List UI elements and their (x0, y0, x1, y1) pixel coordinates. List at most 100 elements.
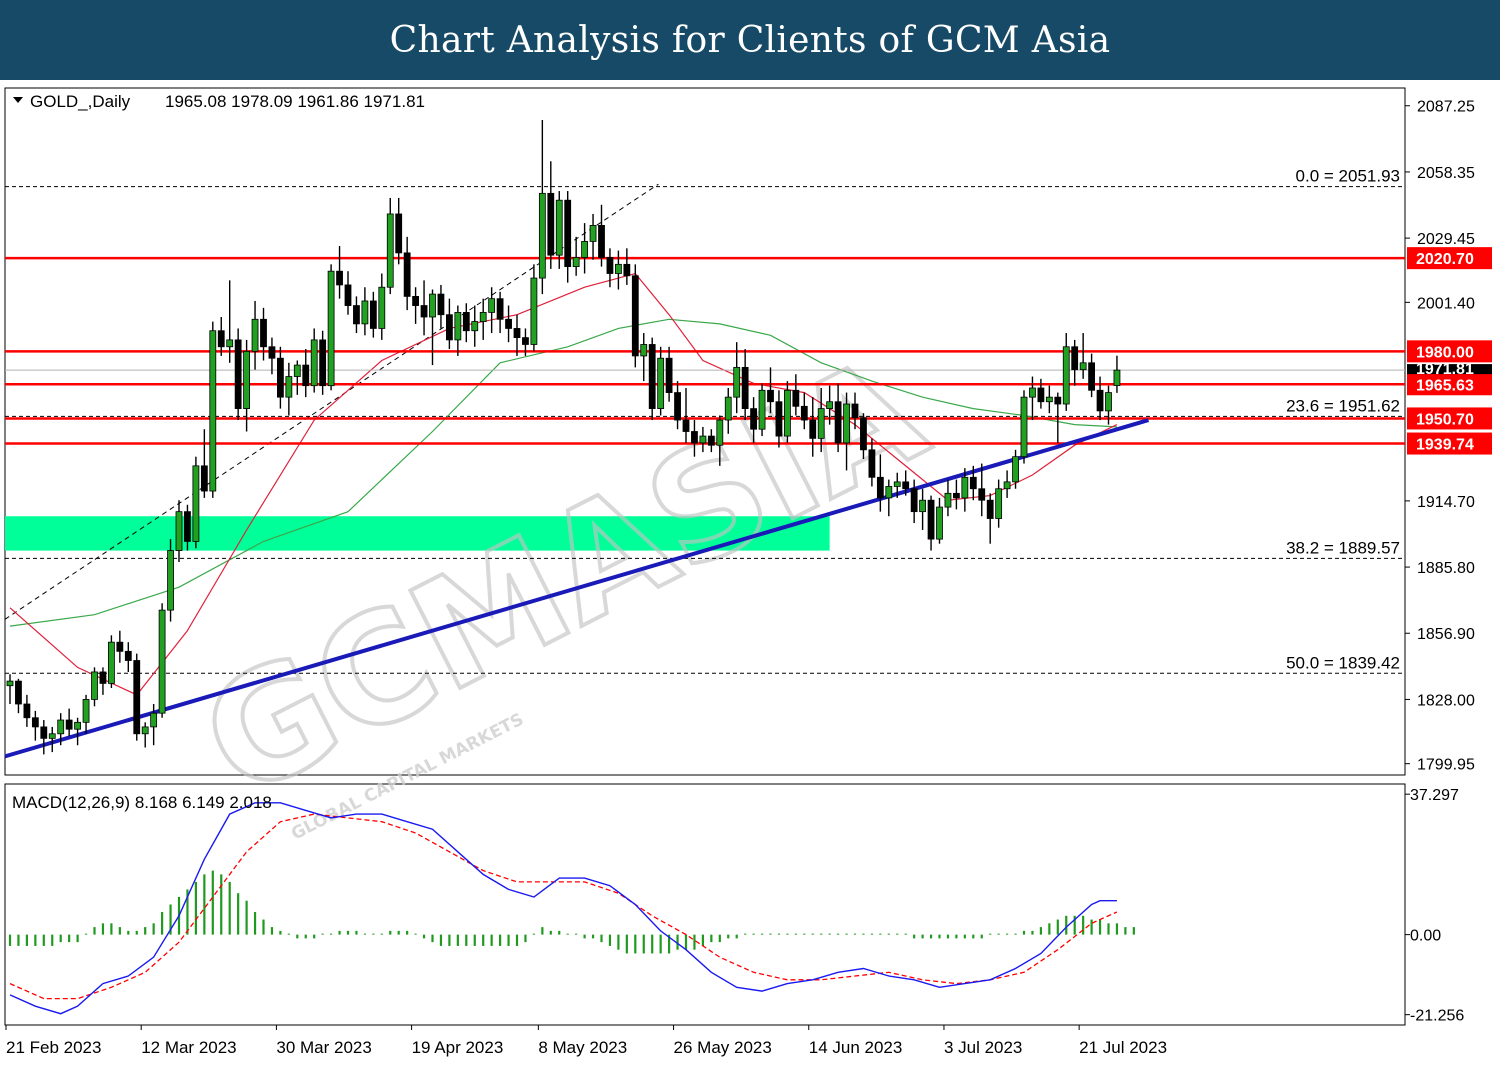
candle-body-69 (589, 224, 597, 242)
candle-body-48 (412, 295, 420, 306)
candle-body-25 (217, 330, 225, 348)
candle-body-50 (429, 293, 436, 318)
candle-body-113 (961, 476, 969, 499)
candle-body-49 (420, 305, 428, 318)
candle-body-87 (741, 366, 749, 410)
fib-label-0: 0.0 = 2051.93 (1296, 167, 1400, 186)
candle-body-100 (851, 403, 859, 419)
candle-27 (234, 328, 242, 421)
candle-body-89 (758, 389, 766, 430)
banner: Chart Analysis for Clients of GCM Asia (0, 0, 1500, 80)
candle-body-53 (454, 312, 462, 341)
candle-body-119 (1012, 456, 1019, 483)
time-tick-label-1: 12 Mar 2023 (141, 1038, 236, 1057)
price-tick-label-3: 2001.40 (1417, 295, 1475, 312)
level-tag-label-1: 1980.00 (1416, 344, 1474, 361)
candle-body-127 (1079, 362, 1087, 371)
candle-body-86 (733, 366, 741, 398)
candle-body-82 (699, 435, 707, 444)
candle-19 (167, 539, 174, 622)
candle-body-98 (834, 401, 842, 444)
candle-body-114 (969, 476, 977, 490)
candle-body-97 (826, 401, 834, 410)
candle-body-57 (488, 298, 496, 313)
candle-body-14 (124, 650, 132, 661)
candle-body-80 (682, 419, 690, 432)
candle-body-116 (986, 499, 994, 519)
candle-body-83 (707, 435, 715, 446)
candle-120 (1020, 390, 1028, 464)
macd-tick-label-0: 37.297 (1410, 787, 1459, 804)
candle-body-93 (792, 389, 800, 407)
price-tick-label-6: 1856.90 (1417, 626, 1475, 643)
candle-body-3 (31, 717, 39, 728)
candle-body-34 (293, 364, 301, 377)
macd-tick-label-2: -21.256 (1410, 1008, 1464, 1025)
candle-body-118 (1003, 481, 1011, 490)
candle-body-122 (1037, 387, 1045, 403)
candle-body-123 (1045, 396, 1053, 403)
candle-body-55 (471, 321, 479, 332)
candle-body-19 (167, 550, 174, 611)
candle-body-103 (876, 476, 884, 499)
candle-body-126 (1071, 346, 1079, 371)
candle-body-16 (141, 726, 149, 735)
candle-body-4 (40, 726, 48, 739)
candle-body-51 (437, 293, 445, 316)
candle-body-131 (1113, 369, 1121, 386)
candle-body-40 (344, 284, 352, 306)
time-axis-layer: 21 Feb 2023 12 Mar 2023 30 Mar 2023 19 Apr … (5, 1025, 1167, 1057)
candle-body-124 (1054, 396, 1062, 405)
fib-label-3: 50.0 = 1839.42 (1286, 653, 1400, 672)
candle-body-62 (530, 277, 538, 345)
price-tick-label-2: 2029.45 (1417, 231, 1475, 248)
candle-body-30 (260, 318, 267, 348)
macd-tick-label-1: 0.00 (1410, 928, 1441, 945)
macd-title: MACD(12,26,9) 8.168 6.149 2.018 (12, 793, 272, 812)
candle-22 (192, 456, 200, 549)
candle-body-10 (91, 671, 98, 700)
level-tag-label-4: 1939.74 (1416, 437, 1474, 454)
candle-body-117 (995, 488, 1003, 519)
candle-body-77 (657, 357, 665, 410)
candle-body-85 (724, 396, 732, 421)
candle-body-81 (691, 431, 698, 444)
candle-body-110 (936, 506, 943, 540)
price-axis-layer: 2087.25 2058.35 2029.45 2001.40 1914.70 1885.… (1405, 99, 1475, 1025)
candle-body-6 (57, 719, 65, 735)
candle-body-102 (868, 449, 876, 478)
candle-body-43 (369, 300, 377, 329)
price-tick-label-7: 1828.00 (1417, 692, 1475, 709)
candle-body-129 (1096, 389, 1104, 412)
candle-body-58 (496, 298, 504, 320)
candle-body-46 (395, 213, 403, 254)
candle-body-125 (1062, 346, 1070, 405)
candle-body-68 (581, 241, 588, 258)
fib-label-1: 23.6 = 1951.62 (1286, 396, 1400, 415)
candle-body-130 (1105, 392, 1112, 412)
candle-body-88 (750, 408, 757, 430)
candle-body-120 (1020, 396, 1028, 458)
macd-panel-frame (4, 783, 1406, 1026)
candle-body-73 (623, 263, 631, 277)
candle-body-32 (276, 357, 284, 398)
candle-body-35 (302, 364, 310, 387)
level-tags-layer: 2020.70 1980.00 1965.63 1950.70 1939.74 1971.… (1407, 247, 1492, 455)
time-tick-label-6: 14 Jun 2023 (809, 1038, 903, 1057)
candle-body-96 (817, 408, 825, 439)
candle-body-121 (1029, 387, 1036, 398)
candle-body-72 (615, 263, 622, 274)
candle-body-7 (65, 719, 73, 730)
candle-76 (648, 337, 656, 421)
candle-15 (133, 653, 141, 741)
candle-body-76 (648, 344, 656, 410)
candle-body-47 (403, 252, 411, 297)
candle-body-92 (784, 389, 791, 437)
fib-label-2: 38.2 = 1889.57 (1286, 538, 1400, 557)
candle-body-9 (82, 699, 90, 723)
candle-body-5 (48, 733, 56, 739)
candle-body-71 (606, 257, 614, 274)
current-price-tag-label: 1971.81 (1416, 361, 1474, 378)
candle-body-21 (184, 511, 191, 542)
candle-body-29 (251, 318, 259, 352)
